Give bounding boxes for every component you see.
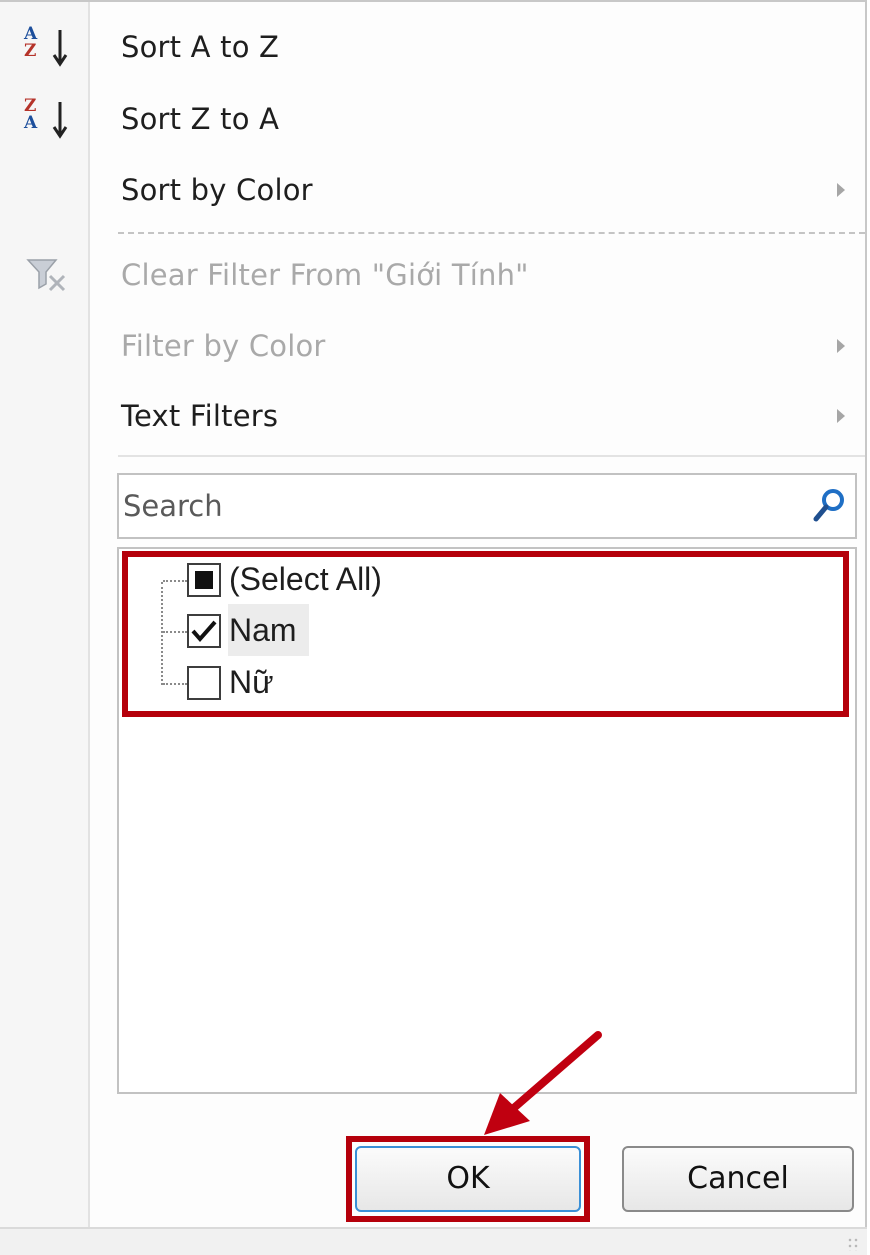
menu-label: Clear Filter From "Giới Tính" (121, 258, 529, 292)
menu-label: Sort by Color (121, 173, 313, 207)
clear-filter-icon (26, 259, 66, 292)
sort-z-to-a-icon: Z A (24, 98, 76, 142)
menu-item-sort-z-to-a[interactable]: Z A Sort Z to A (0, 90, 865, 150)
menu-separator (118, 455, 865, 457)
menu-item-text-filters[interactable]: Text Filters (0, 387, 865, 447)
annotation-arrow-icon (484, 1031, 602, 1135)
menu-label: Text Filters (121, 399, 279, 433)
down-arrow-icon (52, 102, 68, 139)
sort-a-to-z-icon: A Z (24, 26, 76, 70)
menu-item-sort-by-color[interactable]: Sort by Color (0, 161, 865, 221)
menu-item-sort-a-to-z[interactable]: A Z Sort A to Z (0, 18, 865, 78)
menu-label: Filter by Color (121, 329, 326, 363)
menu-label: Sort A to Z (121, 30, 280, 64)
menu-separator (118, 232, 865, 234)
cancel-button[interactable]: Cancel (622, 1146, 854, 1212)
resize-grip-icon[interactable] (847, 1237, 859, 1251)
annotation-highlight-box (122, 551, 849, 717)
search-icon[interactable] (811, 487, 847, 525)
annotation-highlight-box (346, 1136, 590, 1222)
menu-item-filter-by-color: Filter by Color (0, 317, 865, 377)
submenu-arrow-icon (837, 183, 845, 197)
submenu-arrow-icon (837, 409, 845, 423)
menu-label: Sort Z to A (121, 102, 280, 136)
menu-item-clear-filter: Clear Filter From "Giới Tính" (0, 246, 865, 306)
autofilter-dropdown: A Z Sort A to Z Z A Sort Z to A Sort by … (0, 0, 867, 1255)
down-arrow-icon (52, 30, 68, 67)
resize-bar[interactable] (0, 1227, 867, 1255)
search-box[interactable] (117, 473, 857, 539)
search-input[interactable] (123, 481, 793, 531)
submenu-arrow-icon (837, 339, 845, 353)
